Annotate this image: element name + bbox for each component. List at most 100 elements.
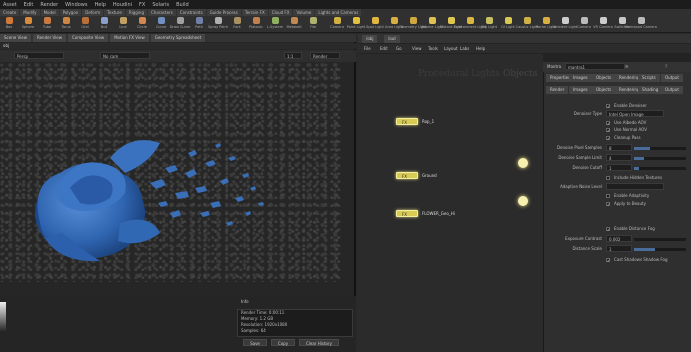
param-checkbox[interactable]: ✓ bbox=[606, 136, 610, 141]
menu-item[interactable]: Solaris bbox=[152, 2, 169, 8]
shelf-tab[interactable]: Cloud FX bbox=[268, 9, 293, 16]
shelf-tool-button[interactable]: Path bbox=[192, 17, 206, 31]
network-menu-item[interactable]: File bbox=[364, 46, 371, 51]
shelf-tool-button[interactable]: Platonic bbox=[249, 17, 263, 31]
shelf-tab[interactable]: Deform bbox=[82, 9, 104, 16]
param-checkbox[interactable]: ✓ bbox=[606, 104, 610, 109]
node-name-field[interactable]: mantra1 bbox=[565, 63, 625, 70]
shelf-tool-button[interactable]: Torus bbox=[59, 17, 73, 31]
param-slider[interactable] bbox=[634, 147, 686, 150]
param-value-field[interactable]: Intel Open Image bbox=[606, 110, 664, 117]
info-button[interactable]: Copy bbox=[271, 339, 295, 346]
shelf-tool-button[interactable]: Tube bbox=[40, 17, 54, 31]
param-tab[interactable]: Output bbox=[661, 74, 683, 82]
network-path-tab[interactable]: /obj bbox=[362, 35, 378, 43]
gear-icon[interactable]: ⚙ bbox=[625, 64, 629, 69]
shelf-tab[interactable]: Model bbox=[40, 9, 59, 16]
param-subtab[interactable]: Shading bbox=[638, 86, 663, 94]
param-checkbox[interactable] bbox=[606, 194, 610, 198]
network-menu-item[interactable]: View bbox=[412, 46, 422, 51]
shelf-tab[interactable]: Polygon bbox=[59, 9, 82, 16]
param-checkbox[interactable]: ✓ bbox=[606, 258, 610, 263]
info-button[interactable]: Clear History bbox=[299, 339, 339, 346]
menu-item[interactable]: Houdini bbox=[113, 2, 132, 8]
menu-item[interactable]: Windows bbox=[65, 2, 87, 8]
shelf-tool-button[interactable]: Sky Light bbox=[481, 17, 497, 31]
shelf-tool-button[interactable]: L-System bbox=[267, 17, 283, 31]
shelf-tool-button[interactable]: Line bbox=[116, 17, 130, 31]
shelf-tab[interactable]: Terrain FX bbox=[241, 9, 268, 16]
shelf-tool-button[interactable]: GI Light bbox=[501, 17, 515, 31]
param-value-field[interactable]: 0.002 bbox=[606, 235, 632, 242]
param-subtab[interactable]: Images bbox=[569, 86, 592, 94]
viewer-tab[interactable]: Render View bbox=[32, 34, 66, 42]
shelf-tool-button[interactable]: Box bbox=[2, 17, 16, 31]
network-node[interactable]: FX bbox=[396, 210, 418, 217]
shelf-tool-button[interactable]: File bbox=[306, 17, 320, 31]
shelf-tool-button[interactable]: Null bbox=[97, 17, 111, 31]
param-value-field[interactable]: 1 bbox=[606, 164, 632, 171]
shelf-tab[interactable]: Constraints bbox=[176, 9, 206, 16]
param-tab[interactable]: Objects bbox=[592, 74, 616, 82]
shelf-tab[interactable]: Texture bbox=[104, 9, 125, 16]
help-icon[interactable]: ? bbox=[665, 64, 667, 69]
shelf-tool-button[interactable]: Geometry Light bbox=[399, 17, 427, 31]
shelf-tool-button[interactable]: Spray Paint bbox=[208, 17, 228, 31]
param-checkbox[interactable]: ✓ bbox=[606, 202, 610, 207]
info-button[interactable]: Save bbox=[243, 339, 267, 346]
shelf-tool-button[interactable]: Circle bbox=[135, 17, 149, 31]
network-menu-item[interactable]: Layout bbox=[444, 46, 458, 51]
menu-item[interactable]: Edit bbox=[24, 2, 34, 8]
viewer-tab[interactable]: Geometry Spreadsheet bbox=[150, 34, 206, 42]
param-slider[interactable] bbox=[634, 167, 686, 170]
shelf-tool-button[interactable]: Camera bbox=[330, 17, 344, 31]
viewer-tab[interactable]: Motion FX View bbox=[110, 34, 149, 42]
network-view[interactable]: Procedural Lights Objects FX Rop_1 FX Groun… bbox=[358, 54, 543, 352]
viewer-tab[interactable]: Scene View bbox=[0, 34, 31, 42]
shelf-tool-button[interactable]: Volume Light bbox=[421, 17, 443, 31]
view-mode-select[interactable]: Persp bbox=[14, 52, 64, 59]
param-slider[interactable] bbox=[634, 248, 686, 251]
param-value-field[interactable]: 8 bbox=[606, 144, 632, 151]
shelf-tool-button[interactable]: Portal Light bbox=[536, 17, 556, 31]
network-menu-item[interactable]: Labs bbox=[460, 46, 469, 51]
render-button[interactable]: Render bbox=[310, 52, 340, 59]
light-bulb-icon[interactable] bbox=[518, 196, 528, 206]
menu-item[interactable]: Render bbox=[40, 2, 58, 8]
shelf-tab[interactable]: Characters bbox=[147, 9, 176, 16]
param-slider[interactable] bbox=[634, 157, 686, 160]
network-menu-item[interactable]: Go bbox=[396, 46, 402, 51]
param-subtab[interactable]: Objects bbox=[592, 86, 616, 94]
menu-item[interactable]: Help bbox=[95, 2, 106, 8]
param-checkbox[interactable]: ✓ bbox=[606, 121, 610, 126]
network-path-tab[interactable]: /out bbox=[384, 35, 400, 43]
shelf-tool-button[interactable]: Ambient Light bbox=[553, 17, 577, 31]
shelf-tool-button[interactable]: Camera bbox=[577, 17, 591, 31]
shelf-tool-button[interactable]: Curve bbox=[154, 17, 168, 31]
shelf-tool-button[interactable]: Draw Curve bbox=[170, 17, 190, 31]
param-checkbox[interactable]: ✓ bbox=[606, 227, 610, 232]
param-value-field[interactable]: 1 bbox=[606, 245, 632, 252]
shelf-tool-button[interactable]: Caustic Light bbox=[516, 17, 538, 31]
param-value-field[interactable] bbox=[606, 183, 664, 190]
param-subtab[interactable]: Render bbox=[546, 86, 569, 94]
shelf-tool-button[interactable]: Gamepad Camera bbox=[625, 17, 657, 31]
light-bulb-icon[interactable] bbox=[518, 158, 528, 168]
network-menu-item[interactable]: Edit bbox=[380, 46, 388, 51]
shelf-tool-button[interactable]: Font bbox=[230, 17, 244, 31]
shelf-tab[interactable]: Create bbox=[0, 9, 20, 16]
shelf-tool-button[interactable]: Spot Light bbox=[366, 17, 384, 31]
param-checkbox[interactable]: ✓ bbox=[606, 128, 610, 133]
fit-select[interactable]: 1:1 bbox=[284, 52, 302, 59]
camera-select[interactable]: No cam bbox=[100, 52, 150, 59]
network-node[interactable]: FX bbox=[396, 172, 418, 179]
shelf-tool-button[interactable]: Point Light bbox=[347, 17, 365, 31]
network-menu-item[interactable]: Tools bbox=[428, 46, 438, 51]
param-slider[interactable] bbox=[634, 238, 686, 241]
shelf-tab[interactable]: Guide Process bbox=[206, 9, 241, 16]
network-node[interactable]: FX bbox=[396, 118, 418, 125]
network-menu-item[interactable]: Help bbox=[476, 46, 485, 51]
shelf-tool-button[interactable]: Environment Light bbox=[454, 17, 486, 31]
param-tab[interactable]: Scripts bbox=[638, 74, 660, 82]
viewer-tab[interactable]: Composite View bbox=[67, 34, 109, 42]
